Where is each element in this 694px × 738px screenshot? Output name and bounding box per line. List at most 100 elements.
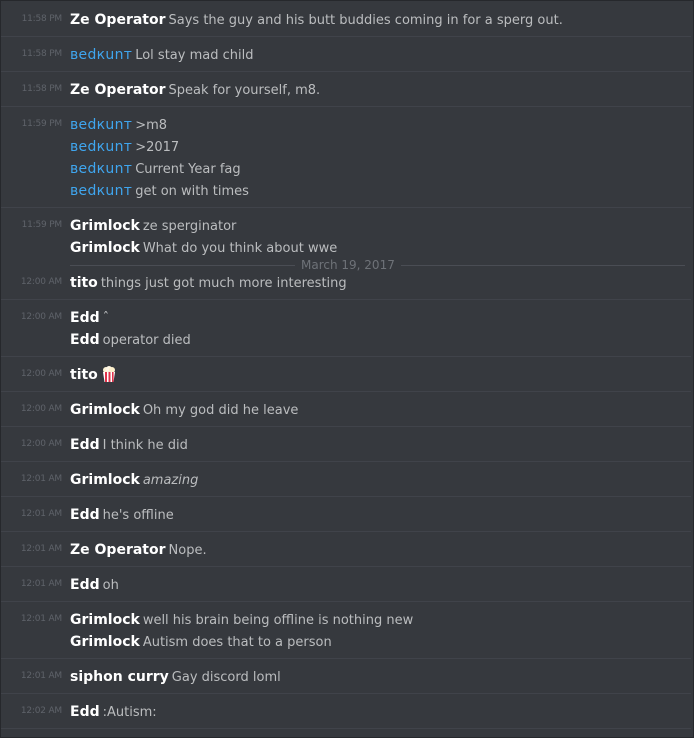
message-text: oh [102, 578, 119, 593]
popcorn-icon [102, 366, 116, 382]
message-text: What do you think about wwe [142, 241, 338, 256]
chat-message: вedкunт Current Year fag [1, 157, 691, 179]
chat-message: 12:01 AM Ze Operator Nope. [1, 538, 691, 560]
message-username[interactable]: Grimlock [70, 240, 140, 256]
chat-message: вedкunт >2017 [1, 135, 691, 157]
message-group: 11:59 PM вedкunт >m8 вedкunт >2017 вedкunт… [1, 107, 691, 208]
message-username[interactable]: вedкunт [70, 47, 132, 63]
message-username[interactable]: вedкunт [70, 183, 132, 199]
chat-message: 12:00 AM tito [1, 363, 691, 385]
message-group: 12:01 AM Edd oh [1, 567, 691, 602]
chat-message: вedкunт get on with times [1, 179, 691, 201]
chat-message: 12:01 AM Edd oh [1, 573, 691, 595]
chat-message: 11:58 PM Ze Operator Speak for yourself, … [1, 78, 691, 100]
message-username[interactable]: Edd [70, 507, 100, 523]
message-username[interactable]: Grimlock [70, 402, 140, 418]
chat-message: 12:02 AM Edd:Autism: [1, 700, 691, 722]
message-username[interactable]: Edd [70, 310, 100, 326]
message-group: 12:00 AM Grimlock Oh my god did he leave [1, 392, 691, 427]
message-group: 12:00 AM tito things just got much more i… [1, 265, 691, 300]
message-username[interactable]: Edd [70, 704, 100, 720]
message-text: Current Year fag [135, 162, 241, 177]
message-username[interactable]: Edd [70, 577, 100, 593]
chat-message: 12:00 AM Grimlock Oh my god did he leave [1, 398, 691, 420]
chat-message: 11:58 PM Ze Operator Says the guy and his… [1, 8, 691, 30]
message-timestamp: 12:01 AM [20, 509, 62, 519]
chat-message: 12:01 AM Grimlock well his brain being of… [1, 608, 691, 630]
message-group: 11:58 PM Ze Operator Speak for yourself, … [1, 72, 691, 107]
message-text: Nope. [168, 543, 207, 558]
message-username[interactable]: Edd [70, 332, 100, 348]
chat-message: 12:01 AM siphon curry Gay discord loml [1, 665, 691, 687]
message-username[interactable]: Grimlock [70, 218, 140, 234]
message-group: 12:00 AM Edd I think he did [1, 427, 691, 462]
message-text: well his brain being offline is nothing … [142, 613, 414, 628]
message-username[interactable]: Grimlock [70, 612, 140, 628]
message-text: operator died [102, 333, 191, 348]
message-username[interactable]: Edd [70, 437, 100, 453]
message-timestamp: 12:00 AM [20, 439, 62, 449]
message-username[interactable]: Ze Operator [70, 82, 166, 98]
message-text: ze sperginator [142, 219, 237, 234]
message-group: 12:01 AM Grimlock amazing [1, 462, 691, 497]
message-username[interactable]: Ze Operator [70, 542, 166, 558]
message-timestamp: 11:59 PM [21, 119, 63, 129]
message-group: 12:01 AM siphon curry Gay discord loml [1, 659, 691, 694]
message-text: Gay discord loml [171, 670, 281, 685]
chat-message: 12:00 AM tito things just got much more i… [1, 271, 691, 293]
chat-message: 12:00 AM Edd I think he did [1, 433, 691, 455]
message-text: ˆ [102, 311, 110, 326]
message-timestamp: 12:01 AM [20, 614, 62, 624]
message-username[interactable]: вedкunт [70, 117, 132, 133]
message-username[interactable]: вedкunт [70, 139, 132, 155]
message-username[interactable]: tito [70, 275, 98, 291]
chat-message: 11:59 PM вedкunт >m8 [1, 113, 691, 135]
message-username[interactable]: Grimlock [70, 472, 140, 488]
chat-message: 12:01 AM Grimlock amazing [1, 468, 691, 490]
message-timestamp: 12:01 AM [20, 579, 62, 589]
message-username[interactable]: tito [70, 367, 98, 383]
message-text: Oh my god did he leave [142, 403, 299, 418]
message-timestamp: 11:58 PM [21, 14, 63, 24]
message-text: he's offline [102, 508, 174, 523]
message-timestamp: 11:59 PM [21, 220, 63, 230]
message-group: 11:58 PM вedкunт Lol stay mad child [1, 37, 691, 72]
message-group: 12:01 AM Edd he's offline [1, 497, 691, 532]
chat-message: 12:01 AM Edd he's offline [1, 503, 691, 525]
message-text: >2017 [135, 140, 180, 155]
message-group: 11:58 PM Ze Operator Says the guy and his… [1, 1, 691, 37]
message-text: get on with times [135, 184, 249, 199]
message-timestamp: 12:00 AM [20, 312, 62, 322]
message-text: Says the guy and his butt buddies coming… [168, 13, 563, 28]
message-text: Speak for yourself, m8. [168, 83, 321, 98]
message-text: I think he did [102, 438, 188, 453]
message-text: Lol stay mad child [135, 48, 254, 63]
message-group: 12:00 AM Edd ˆ Edd operator died [1, 300, 691, 357]
message-timestamp: 12:00 AM [20, 404, 62, 414]
chat-message: 11:58 PM вedкunт Lol stay mad child [1, 43, 691, 65]
chat-message-list[interactable]: 11:58 PM Ze Operator Says the guy and his… [0, 0, 694, 738]
message-timestamp: 12:00 AM [20, 277, 62, 287]
chat-message: Grimlock What do you think about wwe [1, 236, 691, 258]
message-group: 12:01 AM Ze Operator Nope. [1, 532, 691, 567]
message-text: amazing [142, 473, 199, 488]
message-timestamp: 12:02 AM [20, 706, 62, 716]
message-username[interactable]: вedкunт [70, 161, 132, 177]
message-timestamp: 12:01 AM [20, 474, 62, 484]
message-group: 12:02 AM Edd:Autism: [1, 694, 691, 729]
message-username[interactable]: Grimlock [70, 634, 140, 650]
chat-message: 11:59 PM Grimlock ze sperginator [1, 214, 691, 236]
message-group: 12:00 AM tito [1, 357, 691, 392]
message-timestamp: 12:01 AM [20, 544, 62, 554]
message-group: 12:01 AM Grimlock well his brain being of… [1, 602, 691, 659]
message-timestamp: 11:58 PM [21, 49, 63, 59]
chat-message: Grimlock Autism does that to a person [1, 630, 691, 652]
message-text: >m8 [135, 118, 168, 133]
message-timestamp: 11:58 PM [21, 84, 63, 94]
message-text: :Autism: [102, 705, 157, 720]
chat-message: 12:00 AM Edd ˆ [1, 306, 691, 328]
message-username[interactable]: siphon curry [70, 669, 169, 685]
message-text: things just got much more interesting [100, 276, 347, 291]
message-username[interactable]: Ze Operator [70, 12, 166, 28]
message-timestamp: 12:01 AM [20, 671, 62, 681]
